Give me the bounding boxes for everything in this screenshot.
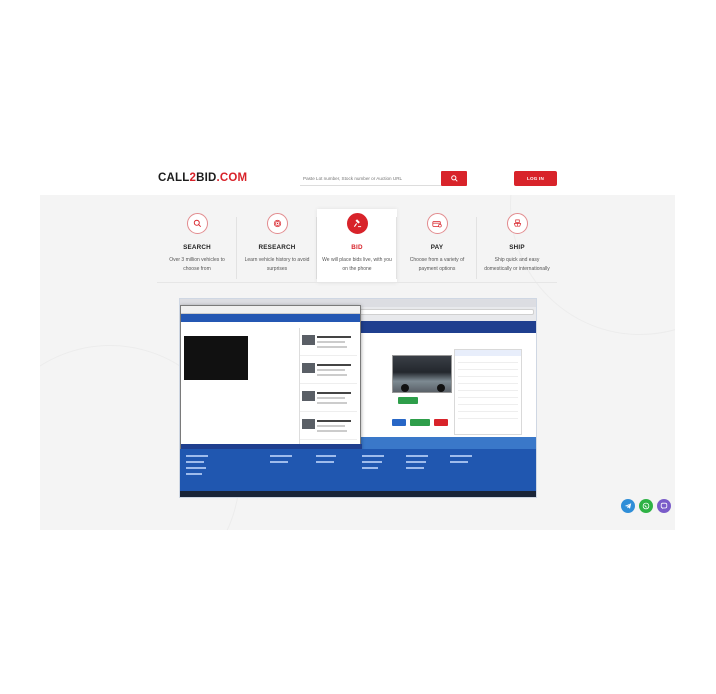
step-title: RESEARCH xyxy=(258,244,296,251)
auction-site-nav xyxy=(360,321,536,340)
step-title: PAY xyxy=(430,244,444,251)
detail-row xyxy=(458,372,518,377)
detail-row xyxy=(458,379,518,384)
detail-row xyxy=(458,393,518,398)
popup-titlebar xyxy=(181,306,360,314)
footer-link-line xyxy=(316,455,336,457)
video-stream xyxy=(184,336,248,380)
live-auction-popup xyxy=(180,305,362,458)
step-description: Ship quick and easy domestically or inte… xyxy=(484,257,550,272)
step-bid[interactable]: BID We will place bids live, with you on… xyxy=(317,209,397,283)
footer-link-line xyxy=(362,455,384,457)
bid-action-shape xyxy=(398,397,418,404)
footer-link-line xyxy=(270,461,288,463)
footer-link-line xyxy=(406,455,428,457)
whatsapp-icon[interactable] xyxy=(639,499,653,513)
step-description: Learn vehicle history to avoid surprises xyxy=(244,257,310,272)
lot-thumb xyxy=(302,363,315,373)
text-line xyxy=(317,341,345,343)
vehicle-photo xyxy=(392,355,452,393)
text-line xyxy=(317,420,351,422)
viber-icon[interactable] xyxy=(657,499,671,513)
logo-bid: BID xyxy=(196,172,217,184)
footer-link-line xyxy=(450,455,472,457)
text-line xyxy=(317,336,351,338)
bid-action-shape xyxy=(410,419,430,426)
steps-baseline xyxy=(157,282,557,283)
magnifier-icon xyxy=(186,213,208,234)
text-line xyxy=(317,430,347,432)
detail-row xyxy=(458,407,518,412)
site-logo[interactable]: CALL2BID.COM xyxy=(158,172,247,184)
text-line xyxy=(317,374,347,376)
lot-list xyxy=(299,328,357,448)
step-description: Choose from a variety of payment options xyxy=(409,257,465,272)
footer-link-line xyxy=(406,467,424,469)
text-line xyxy=(317,369,345,371)
step-title: BID xyxy=(351,244,363,251)
logo-call: CALL xyxy=(158,172,190,184)
footer-link-line xyxy=(186,473,202,475)
lot-search-input[interactable] xyxy=(300,171,441,186)
detail-row xyxy=(458,386,518,391)
detail-row xyxy=(458,414,518,419)
os-taskbar xyxy=(180,491,536,497)
text-line xyxy=(317,392,351,394)
wheel-shape xyxy=(437,384,445,392)
search-icon xyxy=(450,175,458,182)
text-line xyxy=(317,425,345,427)
detail-row xyxy=(458,358,518,363)
text-line xyxy=(317,397,345,399)
footer-link-line xyxy=(186,455,208,457)
lot-thumb xyxy=(302,419,315,429)
vehicle-details-panel xyxy=(454,349,522,435)
popup-banner xyxy=(181,314,360,322)
step-title: SEARCH xyxy=(183,244,211,251)
footer-link-line xyxy=(450,461,468,463)
lot-thumb xyxy=(302,391,315,401)
text-line xyxy=(317,364,351,366)
step-ship[interactable]: SHIP Ship quick and easy domestically or… xyxy=(477,209,557,283)
footer-link-line xyxy=(362,467,378,469)
payment-card-icon xyxy=(426,213,448,234)
search-button[interactable] xyxy=(441,171,467,186)
footer-link-line xyxy=(186,461,204,463)
text-line xyxy=(317,346,347,348)
auction-site-footer xyxy=(180,449,536,491)
detail-row xyxy=(458,400,518,405)
panel-header xyxy=(455,350,521,356)
lot-item xyxy=(300,328,357,356)
step-research[interactable]: RESEARCH Learn vehicle history to avoid … xyxy=(237,209,317,283)
bid-action-shape xyxy=(392,419,406,426)
logo-domain: .COM xyxy=(216,172,248,184)
lot-item xyxy=(300,412,357,440)
step-title: SHIP xyxy=(509,244,525,251)
detail-row xyxy=(458,365,518,370)
footer-link-line xyxy=(316,461,334,463)
telegram-icon[interactable] xyxy=(621,499,635,513)
page: CALL2BID.COM LOG IN SEARCH Over 3 millio… xyxy=(0,0,716,694)
text-line xyxy=(317,402,347,404)
login-button[interactable]: LOG IN xyxy=(514,171,557,186)
bid-action-shape xyxy=(434,419,448,426)
process-steps: SEARCH Over 3 million vehicles to choose… xyxy=(157,209,557,283)
lot-item xyxy=(300,384,357,412)
wheel-shape xyxy=(401,384,409,392)
footer-link-line xyxy=(270,455,292,457)
step-pay[interactable]: PAY Choose from a variety of payment opt… xyxy=(397,209,477,283)
lot-thumb xyxy=(302,335,315,345)
lot-item xyxy=(300,356,357,384)
footer-link-line xyxy=(186,467,206,469)
fingerprint-icon xyxy=(266,213,288,234)
footer-link-line xyxy=(406,461,426,463)
step-search[interactable]: SEARCH Over 3 million vehicles to choose… xyxy=(157,209,237,283)
product-screenshot xyxy=(179,298,537,498)
step-description: Over 3 million vehicles to choose from xyxy=(169,257,225,272)
step-description: We will place bids live, with you on the… xyxy=(322,257,392,272)
footer-link-line xyxy=(362,461,382,463)
cargo-ship-icon xyxy=(506,213,528,234)
gavel-icon xyxy=(346,213,368,234)
